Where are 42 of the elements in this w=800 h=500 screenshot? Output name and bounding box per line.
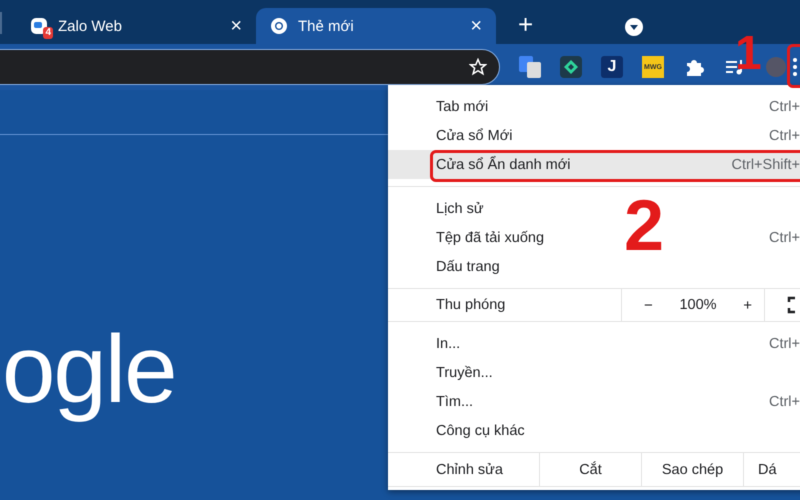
shortcut-text: Ctrl+ — [768, 394, 800, 410]
step-number: 2 — [624, 190, 664, 262]
close-tab-button[interactable]: × — [230, 14, 242, 38]
menu-item[interactable]: Tệp đã tải xuống — [436, 230, 544, 246]
zoom-value: 100% — [678, 297, 718, 313]
close-tab-button[interactable]: × — [470, 14, 482, 38]
menu-icon[interactable] — [792, 56, 798, 78]
menu-item[interactable]: In... — [436, 336, 460, 352]
edit-action-button[interactable]: Cắt — [540, 453, 642, 486]
bookmark-star-icon[interactable] — [469, 58, 487, 76]
extension-icon[interactable]: J — [601, 56, 623, 78]
menu-item[interactable]: Công cụ khác — [436, 422, 525, 438]
shortcut-text: Ctrl+Shift+ — [732, 156, 800, 172]
browser-logo-icon — [270, 17, 288, 35]
menu-item[interactable]: Truyền... — [436, 364, 493, 380]
new-tab-button[interactable]: + — [512, 9, 540, 40]
zoom-out-button[interactable]: − — [632, 296, 665, 314]
zoom-label: Thu phóng — [388, 289, 622, 321]
menu-item[interactable]: Tìm... — [436, 394, 474, 410]
edit-action-button[interactable]: Sao chép — [642, 453, 744, 486]
address-bar[interactable] — [0, 49, 500, 85]
translate-icon[interactable] — [519, 56, 541, 78]
shortcut-text: Ctrl+ — [768, 336, 800, 352]
browser-tab[interactable]: 4 Zalo Web × — [16, 8, 256, 44]
menu-item[interactable]: Cửa sổ Ẩn danh mới — [436, 156, 570, 172]
shortcut-text: Ctrl+ — [768, 98, 800, 114]
menu-item[interactable]: Tab mới — [436, 98, 488, 114]
notification-badge: 4 — [43, 27, 53, 39]
menu-item[interactable]: Cửa sổ Mới — [436, 128, 512, 144]
tab-title: Thẻ mới — [298, 18, 355, 34]
menu-item[interactable]: Lịch sử — [436, 200, 484, 216]
edit-label: Chỉnh sửa — [388, 453, 540, 486]
menu-item[interactable]: Dấu trang — [436, 258, 500, 274]
shortcut-text: Ctrl+ — [768, 128, 800, 144]
shortcut-text: Ctrl+ — [768, 230, 800, 246]
tab-search-icon[interactable] — [625, 18, 644, 36]
logo-text: ogle — [2, 315, 176, 425]
tab-title: Zalo Web — [58, 18, 123, 34]
browser-tab[interactable]: Thẻ mới × — [256, 8, 496, 44]
zoom-in-button[interactable]: + — [731, 296, 764, 314]
step-number: 1 — [735, 30, 762, 78]
edit-action-button[interactable]: Dá — [744, 453, 800, 486]
